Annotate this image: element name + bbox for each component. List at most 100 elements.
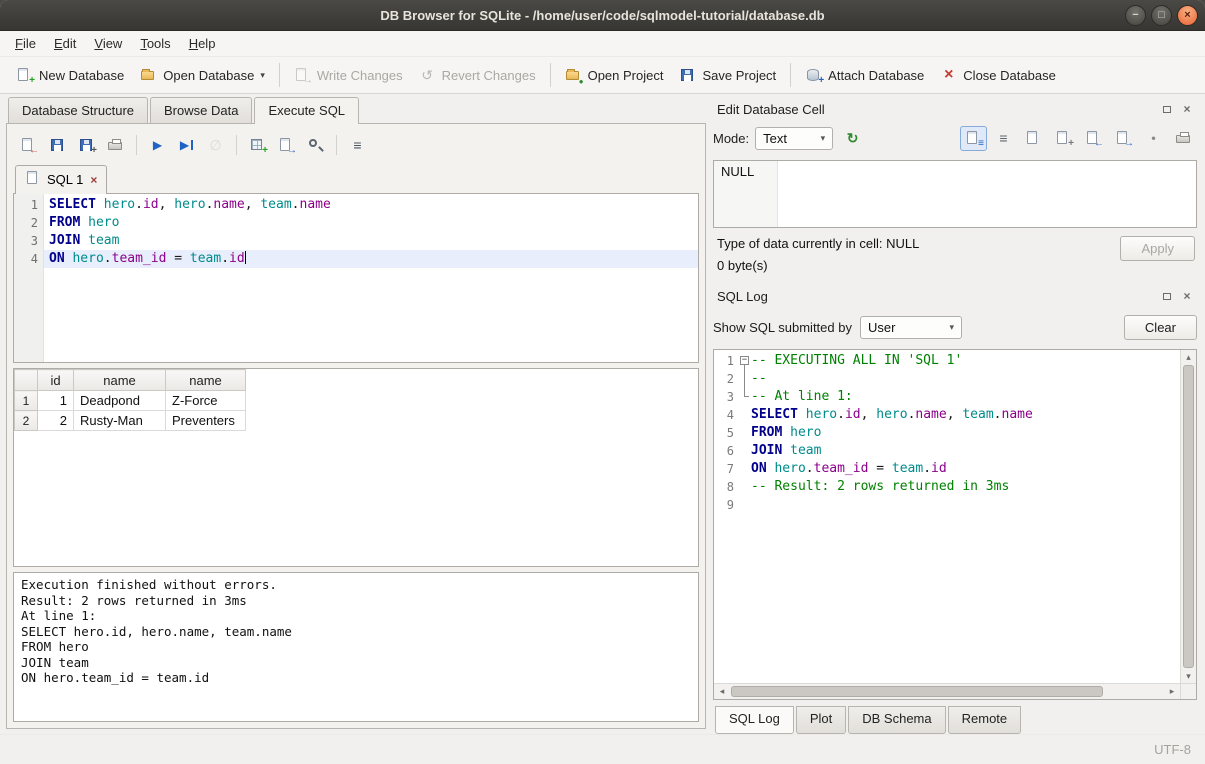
tab-database-structure[interactable]: Database Structure xyxy=(8,97,148,123)
sql-token: -- Result: 2 rows returned in 3ms xyxy=(751,479,1009,494)
dropdown-arrow-icon[interactable]: ▾ xyxy=(260,70,265,81)
row-header[interactable]: 2 xyxy=(15,411,38,431)
null-cell-button[interactable]: • xyxy=(1140,126,1167,151)
sql-token: , xyxy=(159,197,175,212)
toolbar-new-database-button[interactable]: +New Database xyxy=(8,63,132,87)
sql-token: name xyxy=(915,407,946,422)
text-caret xyxy=(245,251,246,264)
results-grid[interactable]: idnamename11DeadpondZ-Force22Rusty-ManPr… xyxy=(13,368,699,567)
column-header-name-1[interactable]: name xyxy=(74,370,166,391)
cell-editor[interactable]: NULL xyxy=(713,160,1197,228)
float-dock-button[interactable] xyxy=(1159,101,1175,117)
button-label: Attach Database xyxy=(828,68,924,83)
float-dock-button[interactable] xyxy=(1159,288,1175,304)
close-dock-button[interactable]: × xyxy=(1179,288,1195,304)
import-cell-button[interactable]: ← xyxy=(1080,126,1107,151)
export-results-button[interactable]: → xyxy=(273,133,300,158)
cell[interactable]: Deadpond xyxy=(74,391,166,411)
write-changes-icon: → xyxy=(294,67,311,83)
sql-token: ON xyxy=(49,251,65,266)
fold-marker[interactable]: − xyxy=(738,352,751,370)
cell[interactable]: 1 xyxy=(38,391,74,411)
cell[interactable]: Rusty-Man xyxy=(74,411,166,431)
cell[interactable]: 2 xyxy=(38,411,74,431)
horizontal-scrollbar[interactable]: ◂ ▸ xyxy=(714,684,1180,699)
open-sql-file-button[interactable]: ← xyxy=(15,133,42,158)
revert-changes-icon: ↺ xyxy=(419,67,436,83)
open-in-editor-button[interactable] xyxy=(1020,126,1047,151)
find-replace-button[interactable] xyxy=(302,133,329,158)
word-wrap-button[interactable]: ≡ xyxy=(990,126,1017,151)
toolbar-open-database-button[interactable]: Open Database▾ xyxy=(132,63,273,87)
execution-message[interactable]: Execution finished without errors. Resul… xyxy=(13,572,699,722)
tab-browse-data[interactable]: Browse Data xyxy=(150,97,252,123)
tab-sql-log[interactable]: SQL Log xyxy=(715,706,794,734)
clear-log-button[interactable]: Clear xyxy=(1124,315,1197,340)
toolbar-close-database-button[interactable]: ×Close Database xyxy=(932,63,1064,87)
toolbar-save-project-button[interactable]: Save Project xyxy=(671,63,784,87)
fold-marker xyxy=(738,496,751,514)
sql-token: , xyxy=(947,407,963,422)
save-sql-file-button[interactable] xyxy=(44,133,71,158)
sql-token: -- EXECUTING ALL IN 'SQL 1' xyxy=(751,353,962,368)
row-header[interactable]: 1 xyxy=(15,391,38,411)
sql-token xyxy=(782,425,790,440)
execute-all-button[interactable]: ▶ xyxy=(144,133,171,158)
tab-db-schema[interactable]: DB Schema xyxy=(848,706,945,734)
tab-remote[interactable]: Remote xyxy=(948,706,1022,734)
filter-select[interactable]: User ▾ xyxy=(860,316,962,339)
export-cell-button[interactable]: → xyxy=(1110,126,1137,151)
auto-format-icon: ≡ xyxy=(349,137,366,153)
vertical-scrollbar-thumb[interactable] xyxy=(1183,365,1194,668)
tab-execute-sql[interactable]: Execute SQL xyxy=(254,97,359,124)
sql-log-lines: 1−-- EXECUTING ALL IN 'SQL 1'2--3-- At l… xyxy=(714,350,1180,683)
menu-tools[interactable]: Tools xyxy=(131,32,179,55)
scroll-left-icon[interactable]: ◂ xyxy=(714,684,730,699)
sql-token: hero xyxy=(104,197,135,212)
tab-plot[interactable]: Plot xyxy=(796,706,846,734)
scroll-down-icon[interactable]: ▾ xyxy=(1181,669,1196,683)
menu-help[interactable]: Help xyxy=(180,32,225,55)
auto-format-button[interactable]: ≡ xyxy=(344,133,371,158)
auto-detect-button[interactable]: ↻ xyxy=(839,126,866,151)
scroll-up-icon[interactable]: ▴ xyxy=(1181,350,1196,364)
menu-edit[interactable]: Edit xyxy=(45,32,85,55)
line-number: 7 xyxy=(714,460,738,478)
sql-token: id xyxy=(229,251,245,266)
print-cell-button[interactable] xyxy=(1170,126,1197,151)
open-query-tab-button[interactable]: + xyxy=(244,133,271,158)
toolbar-open-project-button[interactable]: ●Open Project xyxy=(557,63,672,87)
sql-log-view[interactable]: 1−-- EXECUTING ALL IN 'SQL 1'2--3-- At l… xyxy=(713,349,1197,700)
menu-file[interactable]: File xyxy=(6,32,45,55)
sql-token xyxy=(80,215,88,230)
save-sql-as-button[interactable]: + xyxy=(73,133,100,158)
cell[interactable]: Preventers xyxy=(166,411,246,431)
execute-current-line-button[interactable]: ▶ xyxy=(173,133,200,158)
sql-token: team_id xyxy=(814,461,869,476)
editor-line: ON hero.team_id = team.id xyxy=(44,250,698,268)
column-header-id-0[interactable]: id xyxy=(38,370,74,391)
vertical-scrollbar[interactable]: ▴ ▾ xyxy=(1180,350,1196,683)
minimize-button[interactable]: − xyxy=(1125,5,1146,26)
text-mode-button[interactable]: ≡ xyxy=(960,126,987,151)
main-tabbar: Database StructureBrowse DataExecute SQL xyxy=(6,97,706,123)
horizontal-scrollbar-thumb[interactable] xyxy=(731,686,1103,697)
sql-editor[interactable]: 1234 SELECT hero.id, hero.name, team.nam… xyxy=(13,193,699,363)
toolbar-attach-database-button[interactable]: +Attach Database xyxy=(797,63,932,87)
close-tab-icon[interactable]: × xyxy=(90,173,97,187)
cell[interactable]: Z-Force xyxy=(166,391,246,411)
menu-view[interactable]: View xyxy=(85,32,131,55)
editor-code-area[interactable]: SELECT hero.id, hero.name, team.nameFROM… xyxy=(44,194,698,362)
sql-editor-tab[interactable]: SQL 1 × xyxy=(15,165,107,194)
maximize-button[interactable]: □ xyxy=(1151,5,1172,26)
apply-button: Apply xyxy=(1120,236,1195,261)
titlebar[interactable]: DB Browser for SQLite - /home/user/code/… xyxy=(0,0,1205,31)
close-dock-button[interactable]: × xyxy=(1179,101,1195,117)
print-sql-button[interactable] xyxy=(102,133,129,158)
copy-cell-button[interactable]: + xyxy=(1050,126,1077,151)
sql-token: -- At line 1: xyxy=(751,389,853,404)
close-button[interactable]: × xyxy=(1177,5,1198,26)
scroll-right-icon[interactable]: ▸ xyxy=(1164,684,1180,699)
mode-select[interactable]: Text ▾ xyxy=(755,127,833,150)
column-header-name-2[interactable]: name xyxy=(166,370,246,391)
